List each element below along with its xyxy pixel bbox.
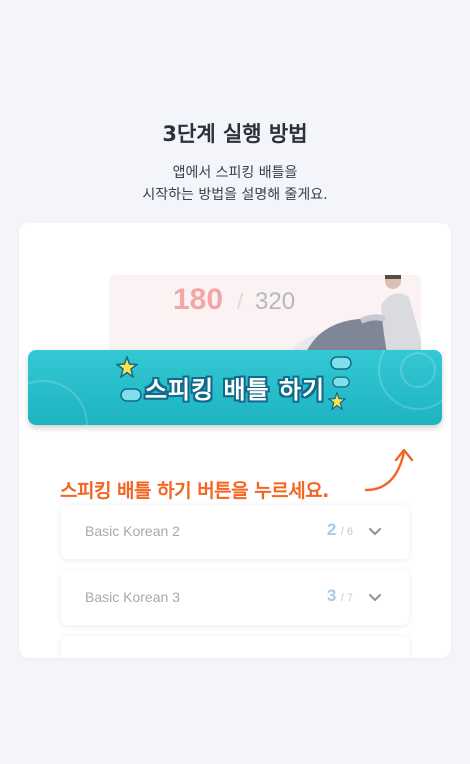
course-title: Basic Korean 2 [85,523,180,539]
speaking-battle-button-label: 스피킹 배틀 하기 [144,376,326,404]
pill-decoration [330,356,352,370]
page-title: 3단계 실행 방법 [162,122,308,146]
course-row[interactable]: Basic Korean 2 2 / 6 [61,505,409,559]
progress-count: 2 [326,520,337,539]
hero-score-separator: / [237,289,244,314]
speaking-battle-button[interactable]: 스피킹 배틀 하기 [28,350,442,425]
description-line-2: 시작하는 방법을 설명해 줄게요. [142,187,328,203]
course-progress: 2 / 6 [327,520,353,540]
chevron-down-icon[interactable] [367,590,383,606]
course-progress: 3 / 7 [327,586,353,606]
instruction-page: 3단계 실행 방법 앱에서 스피킹 배틀을 시작하는 방법을 설명해 줄게요. … [0,0,470,764]
instruction-hint: 스피킹 배틀 하기 버튼을 누르세요. [60,480,329,502]
progress-total: / 7 [340,592,353,604]
course-row-partial[interactable] [61,636,409,658]
progress-count: 3 [326,586,337,605]
course-row[interactable]: Basic Korean 3 3 / 7 [61,571,409,625]
course-title: Basic Korean 3 [85,589,180,605]
demo-card: 180 / 320 Basic Korean 2 2 / 6 Basic Kor… [19,223,451,658]
page-description: 앱에서 스피킹 배틀을 시작하는 방법을 설명해 줄게요. [0,162,470,206]
curved-arrow-icon [364,448,414,492]
chevron-down-icon[interactable] [367,524,383,540]
hero-score: 180 [173,283,224,316]
progress-total: / 6 [340,526,353,538]
description-line-1: 앱에서 스피킹 배틀을 [172,165,298,181]
